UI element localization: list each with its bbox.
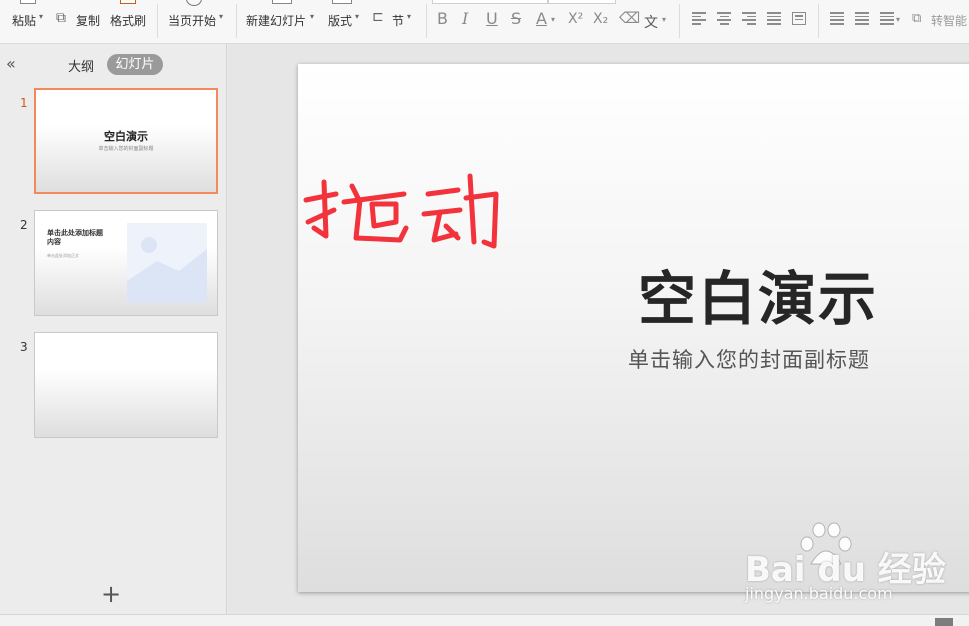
- convert-smart-art-button[interactable]: 转智能: [931, 12, 967, 29]
- paste-button[interactable]: 粘贴 ▾: [12, 0, 46, 40]
- add-slide-button[interactable]: +: [101, 582, 121, 606]
- watermark-url: jingyan.baidu.com: [745, 584, 893, 603]
- phonetic-guide-button[interactable]: 文: [644, 12, 658, 32]
- chevron-down-icon: ▾: [39, 12, 44, 21]
- slide-number: 1: [20, 96, 28, 110]
- chevron-down-icon: ▾: [896, 15, 901, 24]
- thumbnail-title: 空白演示: [104, 130, 148, 143]
- subscript-button[interactable]: X₂: [593, 11, 608, 27]
- distributed-icon[interactable]: [792, 12, 806, 25]
- chevron-down-icon: ▾: [551, 15, 556, 24]
- chevron-down-icon: ▾: [310, 12, 315, 21]
- bold-button[interactable]: B: [437, 9, 448, 28]
- chevron-down-icon: ▾: [219, 12, 224, 21]
- font-color-button[interactable]: A: [536, 9, 547, 28]
- align-center-icon[interactable]: [717, 12, 731, 25]
- slide-panel: « 大纲 幻灯片 1 空白演示 单击输入您的封面副标题 2 单击此处添加标题内容…: [0, 44, 227, 614]
- ribbon-toolbar: 粘贴▾ ⧉ 复制 格式刷 当页开始▾ 新建幻灯片▾ 版式▾ ⊏ 节▾: [0, 0, 969, 44]
- font-name-select[interactable]: [432, 0, 548, 4]
- italic-button[interactable]: I: [462, 9, 468, 28]
- slide-number: 2: [20, 218, 28, 232]
- collapse-panel-icon[interactable]: «: [6, 54, 16, 73]
- thumbnail-subtitle: 单击输入您的封面副标题: [98, 146, 154, 152]
- divider: [236, 4, 237, 38]
- tab-slides[interactable]: 幻灯片: [107, 54, 163, 75]
- underline-button[interactable]: U: [486, 9, 498, 28]
- new-slide-button[interactable]: 新建幻灯片 ▾: [246, 0, 318, 40]
- status-bar: [0, 614, 969, 626]
- divider: [679, 4, 680, 38]
- chevron-down-icon: ▾: [355, 12, 360, 21]
- current-slide[interactable]: 空白演示 单击输入您的封面副标题: [298, 64, 969, 592]
- eraser-icon[interactable]: ⌫: [619, 9, 640, 27]
- play-icon: [186, 0, 202, 6]
- justify-icon[interactable]: [767, 12, 781, 25]
- chevron-down-icon: ▾: [662, 15, 667, 24]
- layout-button[interactable]: 版式 ▾: [328, 0, 362, 40]
- section-icon: ⊏: [372, 9, 384, 25]
- format-painter-button[interactable]: 格式刷: [110, 0, 152, 40]
- slide-thumbnail-2[interactable]: 单击此处添加标题内容 单击此处添加正文: [34, 210, 218, 316]
- align-right-icon[interactable]: [742, 12, 756, 25]
- tab-outline[interactable]: 大纲: [68, 56, 94, 75]
- baidu-watermark: Bai du 经验 jingyan.baidu.com: [745, 520, 946, 610]
- slide-subtitle[interactable]: 单击输入您的封面副标题: [628, 344, 870, 374]
- slide-title[interactable]: 空白演示: [638, 252, 878, 336]
- superscript-button[interactable]: X²: [568, 11, 583, 27]
- slide-thumbnail-1[interactable]: 空白演示 单击输入您的封面副标题: [34, 88, 218, 194]
- font-size-select[interactable]: [548, 0, 616, 4]
- slide-thumbnail-3[interactable]: [34, 332, 218, 438]
- play-from-current-button[interactable]: 当页开始 ▾: [168, 0, 228, 40]
- layout-icon: [332, 0, 352, 4]
- section-button[interactable]: ⊏ 节 ▾: [372, 0, 416, 40]
- paste-icon: [20, 0, 36, 4]
- handwritten-drag-annotation: [303, 173, 499, 249]
- format-painter-icon: [120, 0, 136, 4]
- divider: [818, 4, 819, 38]
- strikethrough-button[interactable]: S: [511, 9, 521, 28]
- image-placeholder-icon: [127, 223, 207, 303]
- line-spacing-icon[interactable]: [830, 12, 844, 25]
- copy-button[interactable]: ⧉ 复制: [56, 0, 102, 40]
- slide-number: 3: [20, 340, 28, 354]
- normal-view-icon[interactable]: [935, 618, 953, 626]
- thumbnail-title: 单击此处添加标题内容: [47, 229, 103, 246]
- chevron-down-icon: ▾: [407, 12, 412, 21]
- paragraph-spacing-icon[interactable]: [855, 12, 869, 25]
- new-slide-icon: [272, 0, 292, 4]
- align-left-icon[interactable]: [692, 12, 706, 25]
- divider: [157, 4, 158, 38]
- divider: [426, 4, 427, 38]
- smart-art-icon: ⧉: [912, 11, 922, 26]
- thumbnail-subtitle: 单击此处添加正文: [47, 253, 79, 258]
- copy-icon: ⧉: [56, 10, 66, 26]
- indent-icon[interactable]: [880, 12, 894, 25]
